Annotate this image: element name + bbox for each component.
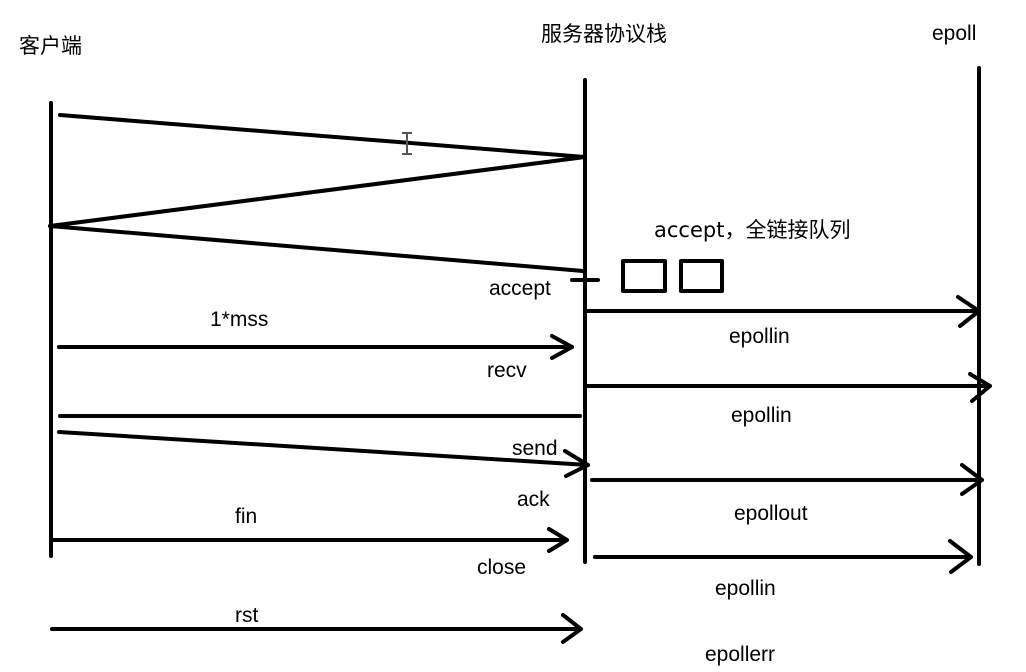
ack-label: ack (517, 488, 550, 511)
epollin-arrow-3 (593, 539, 973, 574)
send-label: send (512, 437, 558, 460)
epoll-header: epoll (932, 22, 977, 45)
syn-ack-line (48, 155, 587, 228)
send-arrow (57, 430, 590, 478)
fin-label: fin (235, 505, 258, 528)
close-label: close (477, 556, 527, 579)
ack-line (48, 224, 585, 273)
epollin-label-2: epollin (731, 404, 792, 427)
epollin-label-1: epollin (729, 325, 790, 348)
rst-arrow (50, 613, 583, 644)
server-header: 服务器协议栈 (541, 22, 667, 46)
fin-arrow (51, 527, 569, 553)
syn-line (58, 113, 587, 159)
queue-note: accept，全链接队列 (654, 218, 851, 242)
recv-label: recv (487, 359, 527, 382)
queue-slot-1 (621, 259, 667, 293)
epollin-arrow-2 (585, 372, 992, 403)
client-header: 客户端 (19, 34, 82, 58)
queue-slot-2 (679, 259, 724, 293)
epollerr-label: epollerr (705, 643, 776, 666)
rst-label: rst (235, 604, 259, 627)
epollin-label-3: epollin (715, 577, 776, 600)
epollout-arrow (590, 463, 984, 496)
sequence-diagram: 客户端 服务器协议栈 epoll accept，全链接队列 accept 1*m… (0, 0, 1026, 672)
epollin-arrow-1 (585, 295, 981, 328)
mss-label: 1*mss (210, 308, 269, 331)
mss-arrow (57, 334, 574, 360)
accept-label: accept (489, 277, 551, 300)
epollout-label: epollout (734, 502, 808, 525)
